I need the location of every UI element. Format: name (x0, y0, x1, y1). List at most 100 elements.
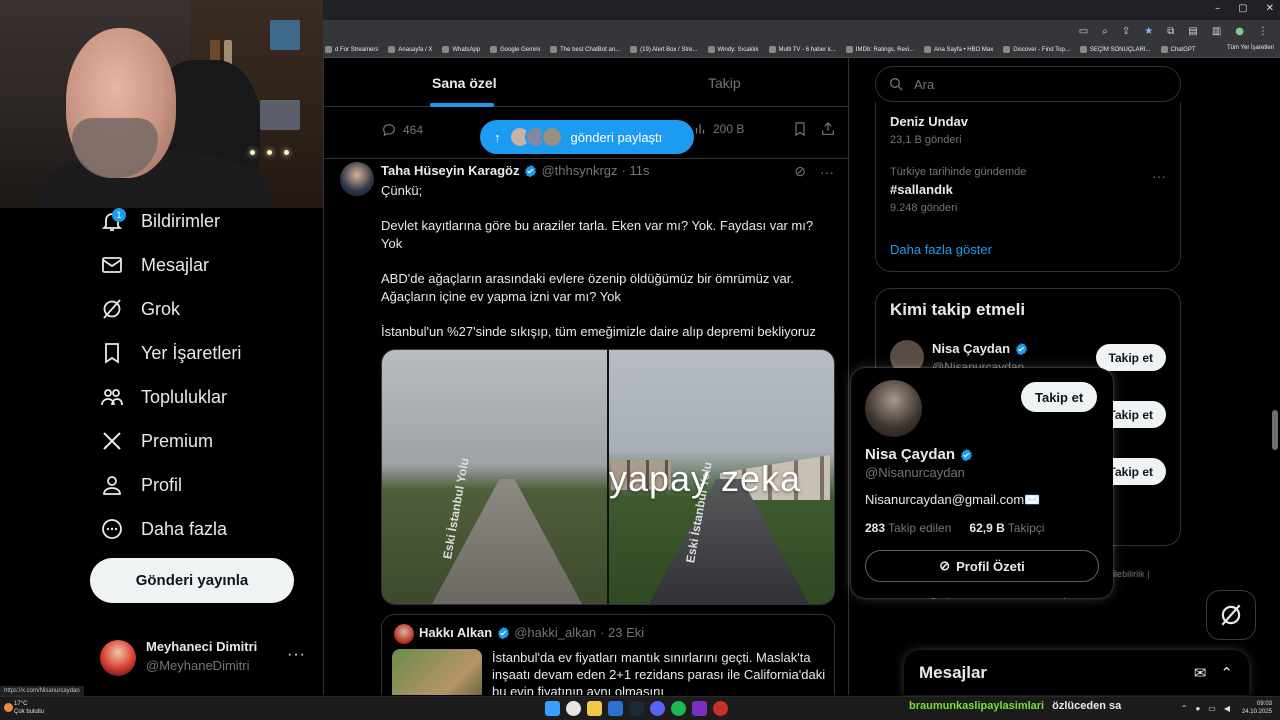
trend-item[interactable]: Türkiye tarihinde gündemde #sallandık 9.… (890, 166, 1026, 214)
trend-item[interactable]: Deniz Undav 23,1 B gönderi (890, 110, 968, 146)
sidebar-item-bookmark[interactable]: Yer İşaretleri (100, 341, 241, 365)
profile-icon[interactable]: ● (1235, 26, 1244, 37)
bookmark-item[interactable]: Multi TV - 6 haber k... (768, 46, 836, 53)
install-icon[interactable]: ▭ (1079, 26, 1088, 37)
bookmark-button[interactable] (792, 121, 808, 137)
bookmark-item[interactable]: WhatsApp (442, 46, 480, 53)
share-button[interactable] (820, 121, 836, 137)
tweet-author-name[interactable]: Taha Hüseyin Karagöz (381, 163, 519, 178)
sidebar-item-mail[interactable]: Mesajlar (100, 253, 209, 277)
account-name: Meyhaneci Dimitri (146, 639, 258, 654)
avatar[interactable] (340, 162, 374, 196)
favicon-icon (630, 46, 638, 53)
bookmark-item[interactable]: The best ChatBot an... (550, 46, 620, 53)
weather-icon (4, 703, 13, 712)
media-overlay-text: yapay zeka (608, 458, 802, 499)
following-stat[interactable]: 283 Takip edilen (865, 521, 951, 535)
bookmark-item[interactable]: Google Gemini (490, 46, 540, 53)
post-button[interactable]: Gönderi yayınla (90, 558, 294, 603)
file-explorer-icon[interactable] (587, 701, 602, 716)
tweet-handle[interactable]: @thhsynkrgz (541, 163, 617, 178)
hover-card-handle[interactable]: @Nisanurcaydan (865, 465, 965, 480)
profile-summary-button[interactable]: ⊘ Profil Özeti (865, 550, 1099, 582)
more-dots-icon[interactable]: ··· (820, 164, 834, 180)
zoom-icon[interactable]: ⌕ (1102, 26, 1108, 37)
tab-for-you[interactable]: Sana özel (432, 75, 497, 91)
share-icon[interactable]: ⇪ (1122, 26, 1130, 37)
tab-search-icon[interactable]: ▤ (1188, 26, 1197, 37)
side-panel-icon[interactable]: ▥ (1212, 26, 1221, 37)
bookmark-item[interactable]: IMDb: Ratings, Revi... (845, 46, 914, 53)
close-icon[interactable]: ✕ (1266, 3, 1274, 14)
views-button[interactable]: 200 B (693, 122, 744, 136)
app-icon[interactable] (713, 701, 728, 716)
maximize-icon[interactable]: ▢ (1238, 3, 1247, 14)
page-scrollbar[interactable] (1272, 410, 1278, 450)
pill-avatars (508, 126, 563, 148)
trends-panel: Deniz Undav 23,1 B gönderi Türkiye tarih… (875, 102, 1181, 272)
expand-up-icon[interactable]: ⌃ (1220, 664, 1233, 682)
bookmark-item[interactable]: Ana Sayfa • HBO Max (924, 46, 993, 53)
discord-icon[interactable] (650, 701, 665, 716)
bookmark-item[interactable]: Discover - Find Top... (1003, 46, 1070, 53)
who-to-follow-title: Kimi takip etmeli (890, 300, 1026, 319)
sidebar-item-communities[interactable]: Topluluklar (100, 385, 227, 409)
sidebar-item-x-logo[interactable]: Premium (100, 429, 213, 453)
more-dots-icon[interactable]: ··· (1152, 168, 1166, 184)
sidebar-item-more-circle[interactable]: Daha fazla (100, 517, 227, 541)
reply-button[interactable]: 464 (381, 122, 423, 138)
taskbar-clock[interactable]: 09:03 24.10.2025 (1242, 700, 1272, 716)
spotify-icon[interactable] (671, 701, 686, 716)
bookmark-label: The best ChatBot an... (560, 46, 621, 53)
grok-floating-button[interactable] (1206, 590, 1256, 640)
weather-widget[interactable]: 17°C Çok bulutlu (14, 700, 44, 716)
volume-icon[interactable]: ◀ (1224, 704, 1230, 713)
messages-drawer[interactable]: Mesajlar ✉ ⌃ (904, 650, 1249, 695)
search-input[interactable]: Ara (875, 66, 1181, 102)
sidebar-item-grok[interactable]: Grok (100, 297, 180, 321)
tweet-media[interactable]: Eski İstanbul Yolu Eski İstanbul Yolu ya… (381, 349, 835, 605)
bookmark-item[interactable]: d For Streamers (325, 46, 378, 53)
bookmark-item[interactable]: Anasayfa / X (388, 46, 432, 53)
quoted-thumbnail (392, 649, 482, 695)
all-bookmarks-link[interactable]: Tüm Yer İşaretleri (1227, 45, 1274, 51)
bookmark-label: SEÇİM SONUÇLARI... (1089, 46, 1151, 53)
window-controls: – ▢ ✕ (1215, 3, 1274, 14)
more-dots-icon[interactable]: ··· (287, 646, 306, 664)
app-icon[interactable] (692, 701, 707, 716)
account-switcher[interactable]: Meyhaneci Dimitri @MeyhaneDimitri ··· (100, 636, 310, 680)
bookmark-item[interactable]: (19) Alert Box / Stre... (630, 46, 698, 53)
sidebar-item-label: Profil (141, 474, 183, 495)
bookmark-star-icon[interactable]: ★ (1144, 26, 1153, 37)
show-more-link[interactable]: Daha fazla göster (890, 242, 992, 257)
follow-button[interactable]: Takip et (1095, 344, 1166, 371)
followers-stat[interactable]: 62,9 B Takipçi (969, 521, 1044, 535)
mic-icon[interactable]: ● (1195, 704, 1200, 713)
bookmark-item[interactable]: SEÇİM SONUÇLARI... (1079, 46, 1151, 53)
network-icon[interactable]: ▭ (1208, 704, 1216, 713)
chrome-icon[interactable] (566, 701, 581, 716)
grok-icon[interactable]: ⊘ (794, 163, 806, 180)
avatar[interactable] (865, 380, 922, 437)
steam-icon[interactable] (629, 701, 644, 716)
chevron-up-icon[interactable]: ⌃ (1181, 704, 1188, 713)
bookmark-item[interactable]: Windy: Sıcaklık (707, 46, 759, 53)
menu-dots-icon[interactable]: ⋮ (1258, 26, 1268, 37)
new-message-icon[interactable]: ✉ (1194, 664, 1207, 682)
bookmark-item[interactable]: ChatGPT (1160, 46, 1196, 53)
sidebar-item-person[interactable]: Profil (100, 473, 182, 497)
tab-following[interactable]: Takip (708, 75, 741, 91)
bookmark-label: Windy: Sıcaklık (717, 46, 759, 53)
quoted-tweet[interactable]: Hakkı Alkan @hakki_alkan · 23 Eki İstanb… (381, 614, 835, 695)
new-posts-pill[interactable]: ↑ gönderi paylaştı (480, 120, 694, 154)
start-icon[interactable] (545, 701, 560, 716)
follow-suggestion-name[interactable]: Nisa Çaydan (932, 341, 1028, 356)
hover-card-name[interactable]: Nisa Çaydan (865, 446, 973, 463)
browser-toolbar: ▭ ⌕ ⇪ ★ ⧉ ▤ ▥ ● ⋮ (323, 20, 1280, 42)
follow-button[interactable]: Takip et (1021, 382, 1098, 412)
extensions-icon[interactable]: ⧉ (1167, 26, 1174, 37)
tweet-time[interactable]: · 11s (622, 163, 650, 178)
app-icon[interactable] (608, 701, 623, 716)
minimize-icon[interactable]: – (1215, 3, 1220, 14)
communities-icon (101, 389, 123, 406)
